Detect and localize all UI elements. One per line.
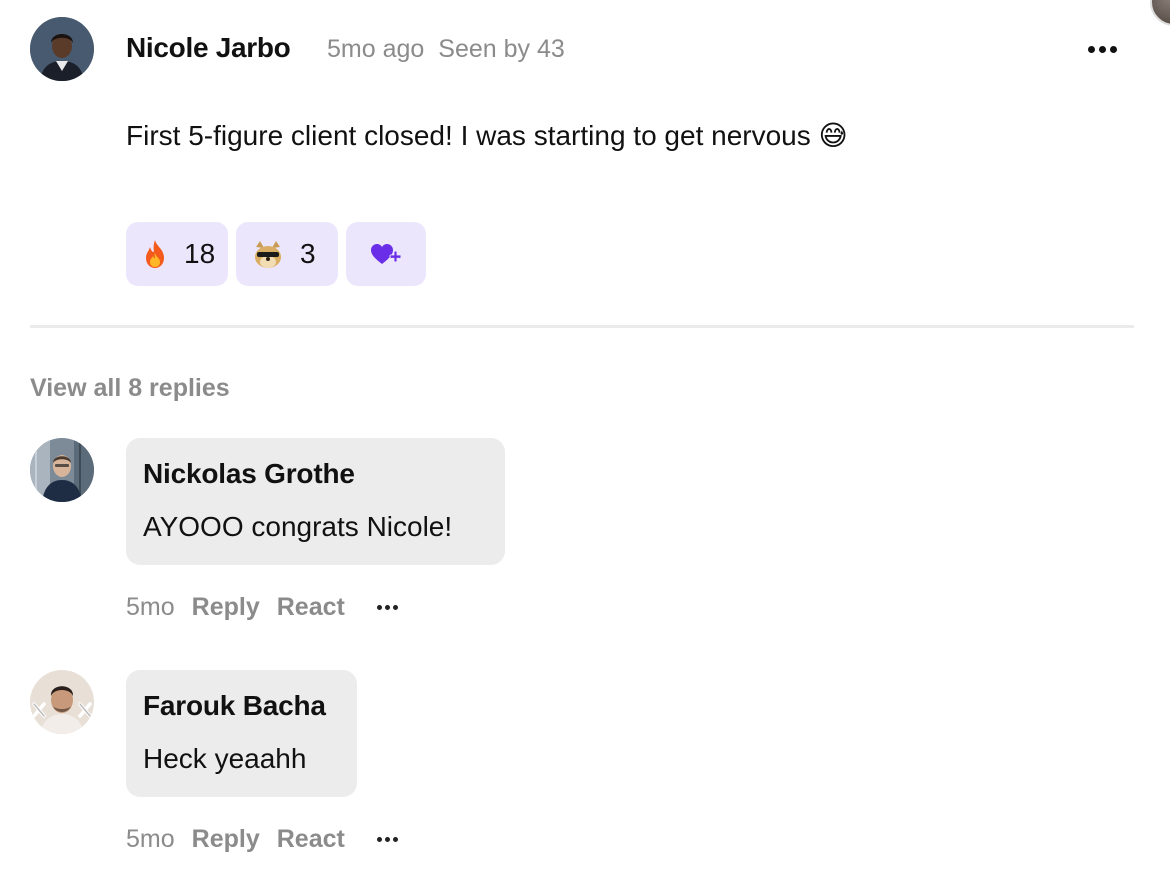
reaction-doge-button[interactable]: 3 xyxy=(236,222,338,286)
reply-avatar-farouk[interactable] xyxy=(30,670,94,734)
reply-avatar-farouk-image xyxy=(30,670,94,734)
divider xyxy=(30,325,1134,328)
reply-avatar-nickolas-image xyxy=(30,438,94,502)
reply-actions: 5mo Reply React xyxy=(126,591,403,623)
post-time[interactable]: 5mo ago xyxy=(327,35,424,63)
reaction-doge-count: 3 xyxy=(300,238,316,269)
reaction-fire-count: 18 xyxy=(184,238,216,269)
more-options-button[interactable] xyxy=(1082,34,1122,64)
corner-avatar xyxy=(1150,0,1170,26)
reply-more-button[interactable] xyxy=(373,597,403,617)
author-name[interactable]: Nicole Jarbo xyxy=(126,30,291,66)
reply-button[interactable]: Reply xyxy=(192,823,260,855)
more-horizontal-icon xyxy=(373,829,403,849)
more-horizontal-icon xyxy=(373,597,403,617)
reaction-fire-button[interactable]: 18 xyxy=(126,222,228,286)
more-horizontal-icon xyxy=(1082,34,1122,64)
reply-time[interactable]: 5mo xyxy=(126,823,175,855)
reply-author[interactable]: Nickolas Grothe xyxy=(143,456,488,492)
doge-icon xyxy=(255,241,281,268)
reply-more-button[interactable] xyxy=(373,829,403,849)
author-avatar[interactable] xyxy=(30,17,94,81)
reply-button[interactable]: Reply xyxy=(192,591,260,623)
author-avatar-image xyxy=(30,17,94,81)
view-all-replies-link[interactable]: View all 8 replies xyxy=(30,372,230,404)
post-body: First 5-figure client closed! I was star… xyxy=(126,120,848,151)
reply-bubble: Nickolas Grothe AYOOO congrats Nicole! xyxy=(126,438,505,565)
add-reaction-button[interactable] xyxy=(346,222,426,286)
react-button[interactable]: React xyxy=(277,591,345,623)
reply-time[interactable]: 5mo xyxy=(126,591,175,623)
reply-actions: 5mo Reply React xyxy=(126,823,403,855)
reply-bubble: Farouk Bacha Heck yeaahh xyxy=(126,670,357,797)
heart-plus-icon xyxy=(371,244,402,264)
react-button[interactable]: React xyxy=(277,823,345,855)
fire-icon xyxy=(146,240,164,268)
reply-author[interactable]: Farouk Bacha xyxy=(143,688,340,724)
post-meta: 5mo ago Seen by 43 xyxy=(327,33,565,65)
reply-text: AYOOO congrats Nicole! xyxy=(143,511,453,542)
reply-text: Heck yeaahh xyxy=(143,743,307,774)
seen-count[interactable]: Seen by 43 xyxy=(438,35,565,63)
reply-avatar-nickolas[interactable] xyxy=(30,438,94,502)
